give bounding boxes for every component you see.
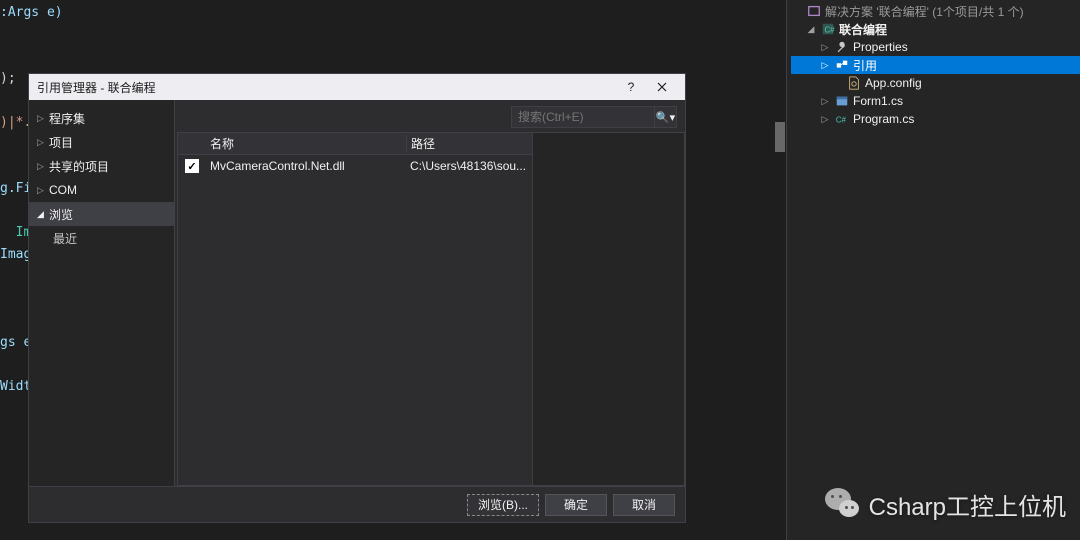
chevron-down-icon: ◢	[37, 209, 49, 220]
dialog-main: 🔍▾ 名称 路径 ✓ MvCame	[175, 100, 685, 486]
scrollbar-thumb[interactable]	[775, 122, 785, 152]
sidebar-item-projects[interactable]: ▷ 项目	[29, 130, 174, 154]
sidebar-subitem-label: 最近	[53, 230, 77, 247]
column-path[interactable]: 路径	[406, 135, 532, 152]
ok-button[interactable]: 确定	[545, 494, 607, 516]
chevron-right-icon: ▷	[37, 161, 49, 172]
row-checkbox-cell: ✓	[178, 159, 206, 173]
dialog-sidebar: ▷ 程序集 ▷ 项目 ▷ 共享的项目 ▷ COM ◢ 浏览 最近	[29, 100, 175, 486]
chevron-right-icon: ▷	[37, 137, 49, 148]
sidebar-item-shared-projects[interactable]: ▷ 共享的项目	[29, 154, 174, 178]
tree-label: 联合编程	[839, 21, 887, 38]
row-path: C:\Users\48136\sou...	[406, 159, 532, 173]
reference-list: 名称 路径 ✓ MvCameraControl.Net.dll C:\Users…	[177, 132, 533, 486]
search-button[interactable]: 🔍▾	[655, 106, 677, 128]
sidebar-item-label: 共享的项目	[49, 158, 109, 175]
search-input[interactable]	[511, 106, 655, 128]
config-file-icon	[846, 76, 862, 90]
chevron-right-icon: ▷	[37, 185, 49, 196]
solution-tree: 解决方案 '联合编程' (1个项目/共 1 个) C# 联合编程 Propert…	[787, 0, 1080, 128]
expand-icon[interactable]	[819, 96, 831, 107]
browse-button[interactable]: 浏览(B)...	[467, 494, 539, 516]
tree-label: 引用	[853, 57, 877, 74]
form-icon	[834, 94, 850, 108]
dialog-body: ▷ 程序集 ▷ 项目 ▷ 共享的项目 ▷ COM ◢ 浏览 最近	[29, 100, 685, 486]
reference-list-area: 名称 路径 ✓ MvCameraControl.Net.dll C:\Users…	[175, 132, 685, 486]
tree-references-node[interactable]: 引用	[791, 56, 1080, 74]
sidebar-item-label: COM	[49, 183, 77, 197]
dialog-footer: 浏览(B)... 确定 取消	[29, 486, 685, 522]
search-icon: 🔍▾	[656, 111, 675, 124]
tree-appconfig-node[interactable]: App.config	[791, 74, 1080, 92]
expand-icon[interactable]	[819, 60, 831, 71]
list-header: 名称 路径	[178, 133, 532, 155]
column-name[interactable]: 名称	[206, 135, 406, 152]
sidebar-item-label: 浏览	[49, 206, 73, 223]
sidebar-item-com[interactable]: ▷ COM	[29, 178, 174, 202]
tree-label: Form1.cs	[853, 94, 903, 108]
svg-text:C#: C#	[836, 116, 847, 125]
dialog-left-panel: 🔍▾ 名称 路径 ✓ MvCame	[175, 100, 685, 486]
expand-icon[interactable]	[819, 114, 831, 125]
expand-icon[interactable]	[805, 24, 817, 35]
search-row: 🔍▾	[175, 100, 685, 132]
tree-label: 解决方案 '联合编程' (1个项目/共 1 个)	[825, 3, 1024, 20]
csharp-file-icon: C#	[834, 112, 850, 126]
tree-program-node[interactable]: C# Program.cs	[791, 110, 1080, 128]
tree-form1-node[interactable]: Form1.cs	[791, 92, 1080, 110]
dialog-titlebar[interactable]: 引用管理器 - 联合编程 ?	[29, 74, 685, 100]
wrench-icon	[834, 40, 850, 54]
cancel-button[interactable]: 取消	[613, 494, 675, 516]
tree-project-node[interactable]: C# 联合编程	[791, 20, 1080, 38]
close-icon	[657, 82, 667, 92]
sidebar-item-browse[interactable]: ◢ 浏览	[29, 202, 174, 226]
checkbox-checked[interactable]: ✓	[185, 159, 199, 173]
sidebar-subitem-recent[interactable]: 最近	[29, 226, 174, 250]
references-icon	[834, 58, 850, 72]
detail-panel	[533, 132, 685, 486]
solution-icon	[806, 4, 822, 18]
sidebar-item-label: 程序集	[49, 110, 85, 127]
svg-text:C#: C#	[825, 26, 836, 35]
tree-solution-node[interactable]: 解决方案 '联合编程' (1个项目/共 1 个)	[791, 2, 1080, 20]
close-button[interactable]	[645, 76, 679, 98]
list-row[interactable]: ✓ MvCameraControl.Net.dll C:\Users\48136…	[178, 155, 532, 177]
sidebar-item-assemblies[interactable]: ▷ 程序集	[29, 106, 174, 130]
dialog-title: 引用管理器 - 联合编程	[37, 79, 156, 96]
sidebar-item-label: 项目	[49, 134, 73, 151]
tree-properties-node[interactable]: Properties	[791, 38, 1080, 56]
wechat-icon	[825, 486, 861, 522]
expand-icon[interactable]	[819, 42, 831, 53]
watermark: Csharp工控上位机	[825, 486, 1066, 522]
solution-explorer: 解决方案 '联合编程' (1个项目/共 1 个) C# 联合编程 Propert…	[786, 0, 1080, 540]
help-button[interactable]: ?	[617, 76, 645, 98]
tree-label: App.config	[865, 76, 922, 90]
tree-label: Program.cs	[853, 112, 914, 126]
reference-manager-dialog: 引用管理器 - 联合编程 ? ▷ 程序集 ▷ 项目 ▷ 共享的项目 ▷ COM	[28, 73, 686, 523]
chevron-right-icon: ▷	[37, 113, 49, 124]
watermark-text: Csharp工控上位机	[869, 487, 1066, 522]
row-name: MvCameraControl.Net.dll	[206, 159, 406, 173]
tree-label: Properties	[853, 40, 908, 54]
csharp-project-icon: C#	[820, 22, 836, 36]
